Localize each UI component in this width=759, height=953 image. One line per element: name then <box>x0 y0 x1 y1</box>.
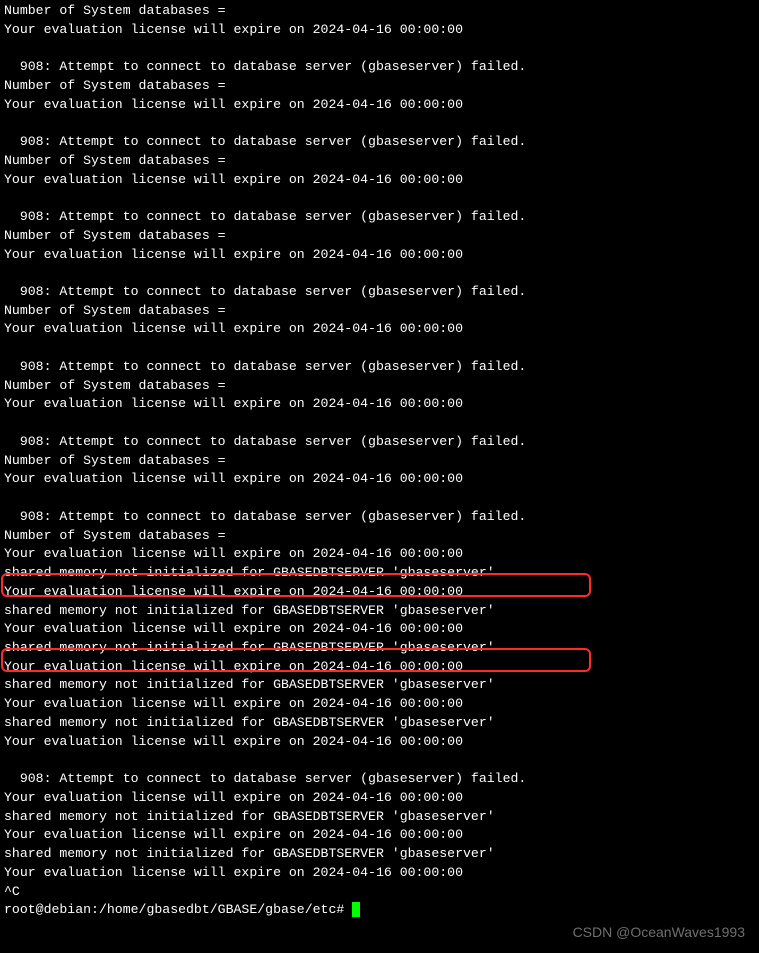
terminal-line: 908: Attempt to connect to database serv… <box>4 283 755 302</box>
terminal-line: Number of System databases = <box>4 527 755 546</box>
cursor-icon <box>352 902 360 917</box>
terminal-line: shared memory not initialized for GBASED… <box>4 714 755 733</box>
prompt-text: root@debian:/home/gbasedbt/GBASE/gbase/e… <box>4 902 352 917</box>
terminal-line: Your evaluation license will expire on 2… <box>4 545 755 564</box>
blank-line <box>4 339 755 358</box>
terminal-line: shared memory not initialized for GBASED… <box>4 639 755 658</box>
terminal-line: 908: Attempt to connect to database serv… <box>4 133 755 152</box>
blank-line <box>4 39 755 58</box>
terminal-line: Your evaluation license will expire on 2… <box>4 826 755 845</box>
terminal-line: Your evaluation license will expire on 2… <box>4 695 755 714</box>
terminal-line: Number of System databases = <box>4 152 755 171</box>
terminal-line: Number of System databases = <box>4 452 755 471</box>
terminal-line: Your evaluation license will expire on 2… <box>4 21 755 40</box>
terminal-line: Number of System databases = <box>4 2 755 21</box>
blank-line <box>4 189 755 208</box>
terminal-line: ^C <box>4 883 755 902</box>
terminal-line: Your evaluation license will expire on 2… <box>4 96 755 115</box>
terminal-line: shared memory not initialized for GBASED… <box>4 808 755 827</box>
terminal-line: 908: Attempt to connect to database serv… <box>4 770 755 789</box>
terminal-line: 908: Attempt to connect to database serv… <box>4 508 755 527</box>
terminal-prompt[interactable]: root@debian:/home/gbasedbt/GBASE/gbase/e… <box>4 901 755 920</box>
terminal-line: Your evaluation license will expire on 2… <box>4 320 755 339</box>
terminal-line: 908: Attempt to connect to database serv… <box>4 58 755 77</box>
terminal-line: 908: Attempt to connect to database serv… <box>4 433 755 452</box>
terminal-line: shared memory not initialized for GBASED… <box>4 564 755 583</box>
blank-line <box>4 751 755 770</box>
terminal-line: 908: Attempt to connect to database serv… <box>4 208 755 227</box>
terminal-line: Your evaluation license will expire on 2… <box>4 583 755 602</box>
blank-line <box>4 114 755 133</box>
terminal-line: Number of System databases = <box>4 77 755 96</box>
terminal-line: Your evaluation license will expire on 2… <box>4 620 755 639</box>
terminal-line: Number of System databases = <box>4 227 755 246</box>
terminal-line: shared memory not initialized for GBASED… <box>4 845 755 864</box>
terminal-line: Your evaluation license will expire on 2… <box>4 171 755 190</box>
terminal-line: 908: Attempt to connect to database serv… <box>4 358 755 377</box>
blank-line <box>4 414 755 433</box>
terminal-line: shared memory not initialized for GBASED… <box>4 676 755 695</box>
terminal-line: Number of System databases = <box>4 377 755 396</box>
terminal-line: Your evaluation license will expire on 2… <box>4 789 755 808</box>
terminal-line: Your evaluation license will expire on 2… <box>4 658 755 677</box>
blank-line <box>4 264 755 283</box>
blank-line <box>4 489 755 508</box>
terminal-line: Your evaluation license will expire on 2… <box>4 470 755 489</box>
terminal-line: Your evaluation license will expire on 2… <box>4 246 755 265</box>
terminal-line: Your evaluation license will expire on 2… <box>4 864 755 883</box>
terminal-line: Number of System databases = <box>4 302 755 321</box>
terminal-line: shared memory not initialized for GBASED… <box>4 602 755 621</box>
terminal-line: Your evaluation license will expire on 2… <box>4 733 755 752</box>
terminal-line: Your evaluation license will expire on 2… <box>4 395 755 414</box>
watermark-text: CSDN @OceanWaves1993 <box>573 923 745 943</box>
